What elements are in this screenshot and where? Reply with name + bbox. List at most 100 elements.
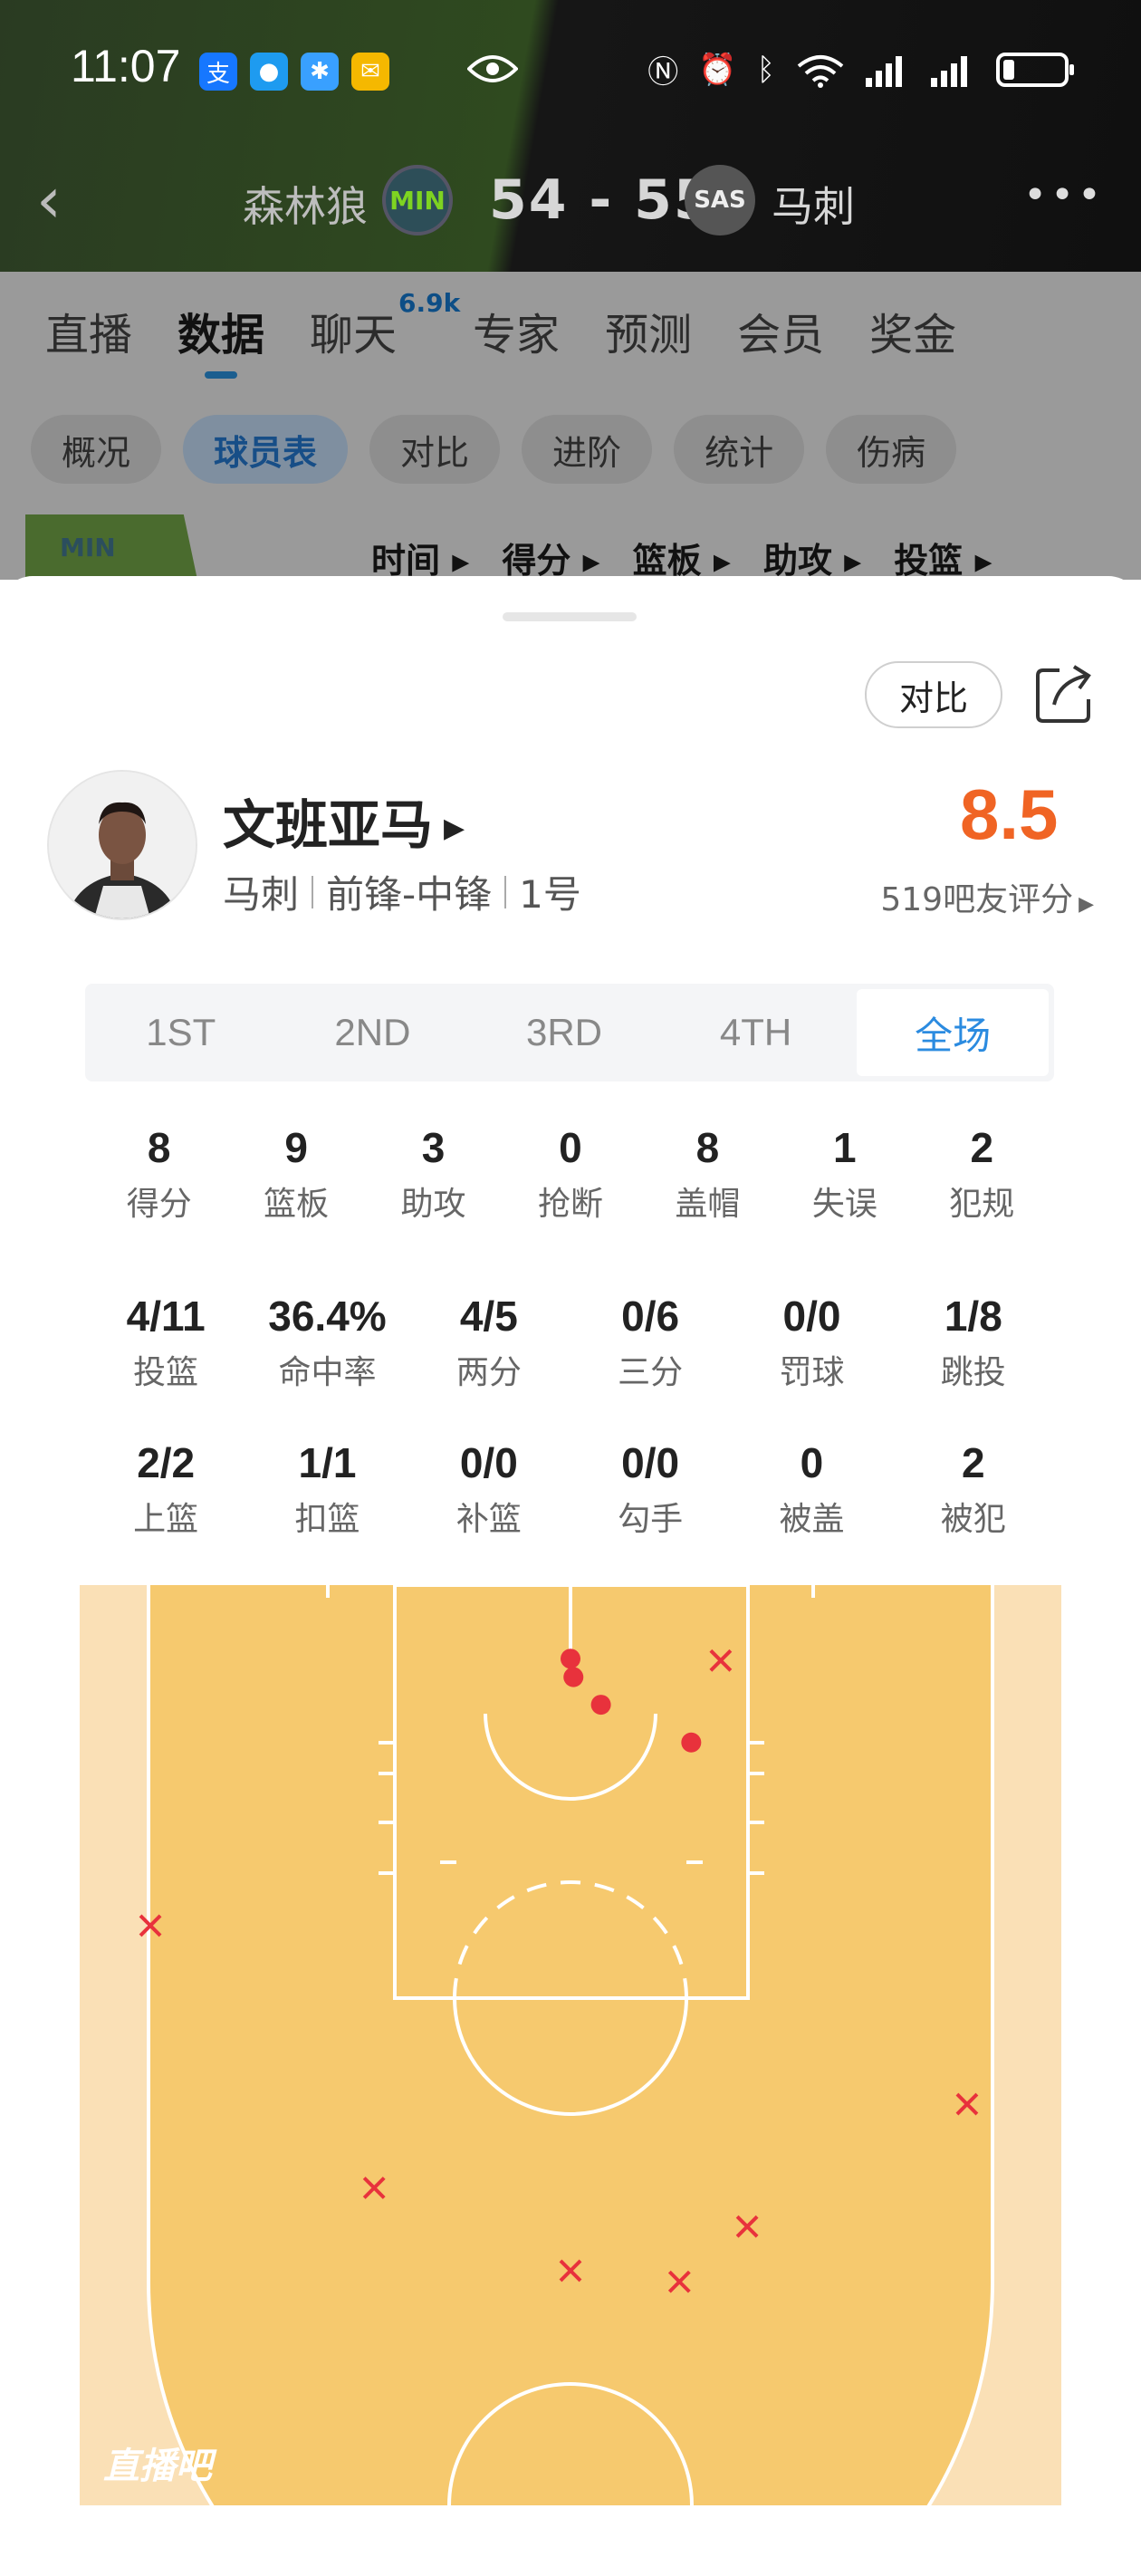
system-status-icons: Ⓝ ⏰ ᛒ bbox=[647, 47, 1074, 91]
stat-item: 1/1 扣篮 bbox=[246, 1438, 408, 1540]
stat-item: 9 篮板 bbox=[227, 1123, 364, 1225]
stat-item: 0 被盖 bbox=[731, 1438, 892, 1540]
stat-value: 4/5 bbox=[459, 1293, 518, 1340]
player-arrow-icon: ▶ bbox=[444, 812, 465, 845]
period-tab[interactable]: 1ST bbox=[85, 984, 277, 1081]
stat-value: 2 bbox=[970, 1124, 994, 1171]
stat-value: 0/6 bbox=[621, 1293, 680, 1340]
player-avatar bbox=[47, 770, 197, 920]
scoreboard: ‹ 森林狼 MIN 54 - 55 SAS 马刺 ••• bbox=[0, 154, 1141, 245]
sub-tab[interactable]: 伤病 bbox=[826, 415, 957, 484]
bluetooth-icon: ᛒ bbox=[756, 51, 775, 88]
made-shot-marker bbox=[563, 1667, 584, 1687]
battery-icon bbox=[996, 52, 1074, 87]
stat-label: 抢断 bbox=[537, 1186, 603, 1223]
sheet-drag-handle[interactable] bbox=[503, 612, 637, 621]
back-button[interactable]: ‹ bbox=[36, 163, 62, 237]
stat-label: 犯规 bbox=[949, 1186, 1015, 1223]
period-tab[interactable]: 全场 bbox=[857, 989, 1049, 1076]
stat-value: 0/0 bbox=[782, 1293, 841, 1340]
sub-tab[interactable]: 球员表 bbox=[183, 415, 349, 484]
away-team-name: 马刺 bbox=[772, 182, 855, 231]
stats-row-basic: 8 得分 9 篮板 3 助攻 0 抢断 8 盖帽 1 失误 2 犯规 bbox=[91, 1123, 1050, 1225]
stat-item: 2 犯规 bbox=[914, 1123, 1050, 1225]
made-shot-marker bbox=[590, 1695, 611, 1716]
stat-value: 4/11 bbox=[126, 1293, 206, 1340]
sub-tab[interactable]: 概况 bbox=[31, 415, 162, 484]
column-headers: 时间 ▸ 得分 ▸ 篮板 ▸ 助攻 ▸ 投篮 ▸ bbox=[371, 533, 992, 582]
stat-item: 0/0 罚球 bbox=[731, 1292, 892, 1393]
main-tab[interactable]: 预测 bbox=[605, 299, 692, 362]
stat-item: 36.4% 命中率 bbox=[246, 1292, 408, 1393]
period-tab[interactable]: 2ND bbox=[277, 984, 469, 1081]
more-options-button[interactable]: ••• bbox=[1023, 172, 1105, 218]
main-tab[interactable]: 直播 bbox=[45, 299, 132, 362]
watermark-logo: 直播吧 bbox=[103, 2446, 212, 2487]
stat-label: 两分 bbox=[455, 1354, 522, 1391]
game-score: 54 - 55 bbox=[489, 168, 714, 232]
main-tab[interactable]: 会员 bbox=[737, 299, 824, 362]
stat-item: 3 助攻 bbox=[365, 1123, 502, 1225]
period-tab[interactable]: 3RD bbox=[468, 984, 660, 1081]
stat-label: 跳投 bbox=[940, 1354, 1006, 1391]
stat-value: 1 bbox=[833, 1124, 857, 1171]
stat-label: 助攻 bbox=[400, 1186, 466, 1223]
period-tab[interactable]: 4TH bbox=[660, 984, 852, 1081]
player-table-header: MIN 时间 ▸ 得分 ▸ 篮板 ▸ 助攻 ▸ 投篮 ▸ bbox=[0, 514, 1141, 582]
stat-value: 2 bbox=[962, 1439, 985, 1486]
stat-value: 0/0 bbox=[459, 1439, 518, 1486]
column-header[interactable]: 时间 ▸ bbox=[371, 533, 469, 582]
eye-icon bbox=[467, 55, 518, 82]
message-icon: ● bbox=[250, 53, 288, 91]
main-tab[interactable]: 聊天 6.9k bbox=[310, 288, 460, 362]
status-time: 11:07 bbox=[71, 41, 181, 91]
wifi-icon bbox=[797, 54, 844, 88]
sub-tab[interactable]: 统计 bbox=[674, 415, 805, 484]
stat-label: 勾手 bbox=[618, 1501, 684, 1538]
stat-label: 上篮 bbox=[133, 1501, 199, 1538]
game-header: 11:07 支 ● ✱ ✉ Ⓝ ⏰ ᛒ ‹ 森林狼 MIN 54 - 55 SA… bbox=[0, 0, 1141, 272]
main-tab[interactable]: 数据 bbox=[177, 299, 264, 379]
stat-value: 1/8 bbox=[944, 1293, 1002, 1340]
stat-label: 三分 bbox=[618, 1354, 684, 1391]
stat-item: 4/5 两分 bbox=[408, 1292, 570, 1393]
column-header[interactable]: 篮板 ▸ bbox=[633, 533, 731, 582]
stat-value: 36.4% bbox=[268, 1293, 387, 1340]
player-number: 1号 bbox=[519, 872, 581, 917]
stat-item: 0/0 勾手 bbox=[570, 1438, 731, 1540]
stat-label: 扣篮 bbox=[294, 1501, 360, 1538]
compare-button[interactable]: 对比 bbox=[865, 661, 1002, 728]
share-icon[interactable] bbox=[1032, 661, 1098, 726]
stat-item: 2 被犯 bbox=[893, 1438, 1054, 1540]
team-logo-tab[interactable]: MIN bbox=[25, 514, 197, 580]
stat-item: 1 失误 bbox=[776, 1123, 913, 1225]
sub-tab[interactable]: 进阶 bbox=[522, 415, 653, 484]
main-tab[interactable]: 奖金 bbox=[869, 299, 956, 362]
home-team-name: 森林狼 bbox=[243, 182, 368, 231]
sub-tab[interactable]: 对比 bbox=[369, 415, 501, 484]
player-rating: 8.5 bbox=[960, 774, 1059, 854]
stat-value: 0 bbox=[559, 1124, 582, 1171]
stat-item: 2/2 上篮 bbox=[85, 1438, 246, 1540]
sub-tab-bar: 概况 球员表 对比 进阶 统计 伤病 bbox=[31, 415, 957, 484]
stat-value: 9 bbox=[284, 1124, 308, 1171]
column-header[interactable]: 助攻 ▸ bbox=[763, 533, 861, 582]
rating-count-link[interactable]: 519吧友评分 ▶ bbox=[880, 873, 1094, 920]
player-name[interactable]: 文班亚马 ▶ bbox=[223, 783, 465, 859]
made-shot-marker bbox=[561, 1648, 580, 1669]
main-tab[interactable]: 专家 bbox=[473, 299, 560, 362]
away-team-logo: SAS bbox=[685, 165, 755, 235]
stat-value: 2/2 bbox=[137, 1439, 196, 1486]
column-header[interactable]: 投篮 ▸ bbox=[894, 533, 992, 582]
column-header[interactable]: 得分 ▸ bbox=[502, 533, 599, 582]
notification-icons: 支 ● ✱ ✉ bbox=[199, 53, 389, 91]
stat-item: 0/6 三分 bbox=[570, 1292, 731, 1393]
stat-value: 8 bbox=[147, 1124, 171, 1171]
stat-item: 8 得分 bbox=[91, 1123, 227, 1225]
stat-value: 8 bbox=[695, 1124, 720, 1171]
shot-chart: 直播吧 bbox=[80, 1583, 1061, 2576]
signal-icon bbox=[866, 55, 902, 87]
divider bbox=[504, 875, 507, 908]
home-team-logo: MIN bbox=[382, 165, 453, 235]
stat-item: 0/0 补篮 bbox=[408, 1438, 570, 1540]
